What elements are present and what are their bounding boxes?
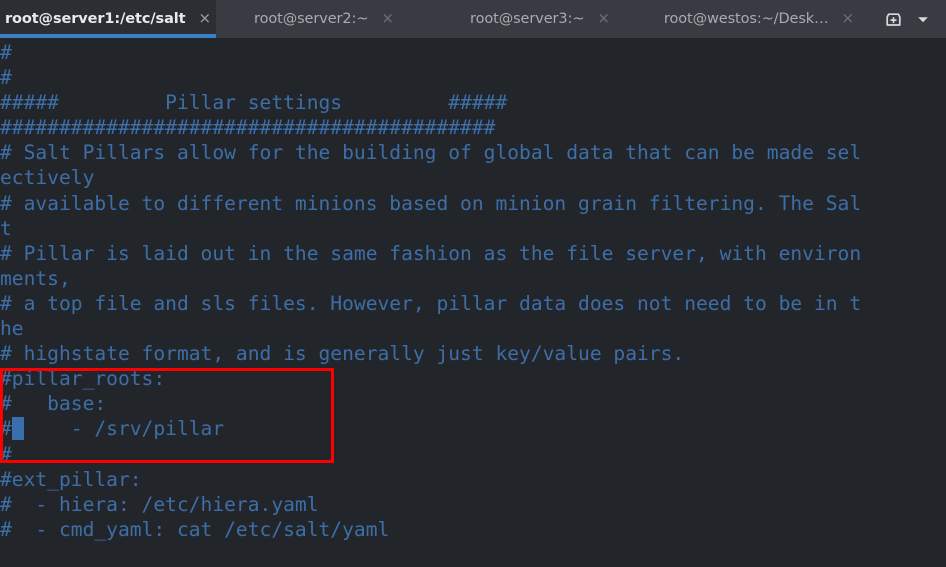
terminal-line-text: # <box>0 417 12 441</box>
tab-close-icon[interactable]: × <box>381 11 394 27</box>
terminal-cursor <box>11 417 24 441</box>
terminal-line: # highstate format, and is generally jus… <box>0 342 685 366</box>
terminal-line: # base: <box>0 392 107 416</box>
terminal-line: ##### Pillar settings ##### <box>0 91 508 115</box>
terminal-tab-title: root@westos:~/Desk… <box>663 11 829 27</box>
terminal-line: # Salt Pillars allow for the building of… <box>0 141 862 165</box>
terminal-tab-1[interactable]: root@server1:/etc/salt × <box>0 0 216 38</box>
terminal-line: #ext_pillar: <box>0 467 142 491</box>
terminal-tab-3[interactable]: root@server3:~ × <box>432 0 648 38</box>
tab-close-icon[interactable]: × <box>198 11 211 27</box>
terminal-line: ectively <box>0 166 95 190</box>
terminal-line: # Pillar is laid out in the same fashion… <box>0 241 862 265</box>
terminal-tab-4[interactable]: root@westos:~/Desk… × <box>648 0 870 38</box>
new-tab-button[interactable] <box>878 0 908 38</box>
tab-list-menu-button[interactable] <box>908 0 938 38</box>
terminal-line: he <box>0 317 24 341</box>
terminal-line: # a top file and sls files. However, pil… <box>0 291 862 315</box>
tab-close-icon[interactable]: × <box>597 11 610 27</box>
terminal-tab-title: root@server1:/etc/salt <box>4 11 186 27</box>
terminal-tab-title: root@server3:~ <box>470 11 585 27</box>
tab-bar-actions <box>878 0 946 38</box>
terminal-line-text: - /srv/pillar <box>23 417 225 441</box>
terminal-screen[interactable]: # # ##### Pillar settings ##### ###########… <box>0 38 946 567</box>
terminal-tab-title: root@server2:~ <box>254 11 369 27</box>
terminal-line: # - cmd_yaml: cat /etc/salt/yaml <box>0 517 390 541</box>
terminal-text-area: # # ##### Pillar settings ##### ###########… <box>0 40 946 542</box>
terminal-line: # <box>0 66 12 90</box>
chevron-down-icon <box>918 17 928 23</box>
terminal-line: t <box>0 216 12 240</box>
terminal-tab-2[interactable]: root@server2:~ × <box>216 0 432 38</box>
terminal-line: # - hiera: /etc/hiera.yaml <box>0 492 319 516</box>
new-tab-icon <box>885 12 901 26</box>
terminal-line: ########################################… <box>0 116 496 140</box>
terminal-line: # <box>0 41 12 64</box>
terminal-line: # available to different minions based o… <box>0 191 862 215</box>
terminal-tab-bar: root@server1:/etc/salt × root@server2:~ × ro… <box>0 0 946 38</box>
terminal-line: # - /srv/pillar <box>0 416 946 441</box>
terminal-line: #pillar_roots: <box>0 367 166 391</box>
terminal-line: ments, <box>0 266 71 290</box>
tab-close-icon[interactable]: × <box>842 11 855 27</box>
terminal-line: # <box>0 442 12 466</box>
